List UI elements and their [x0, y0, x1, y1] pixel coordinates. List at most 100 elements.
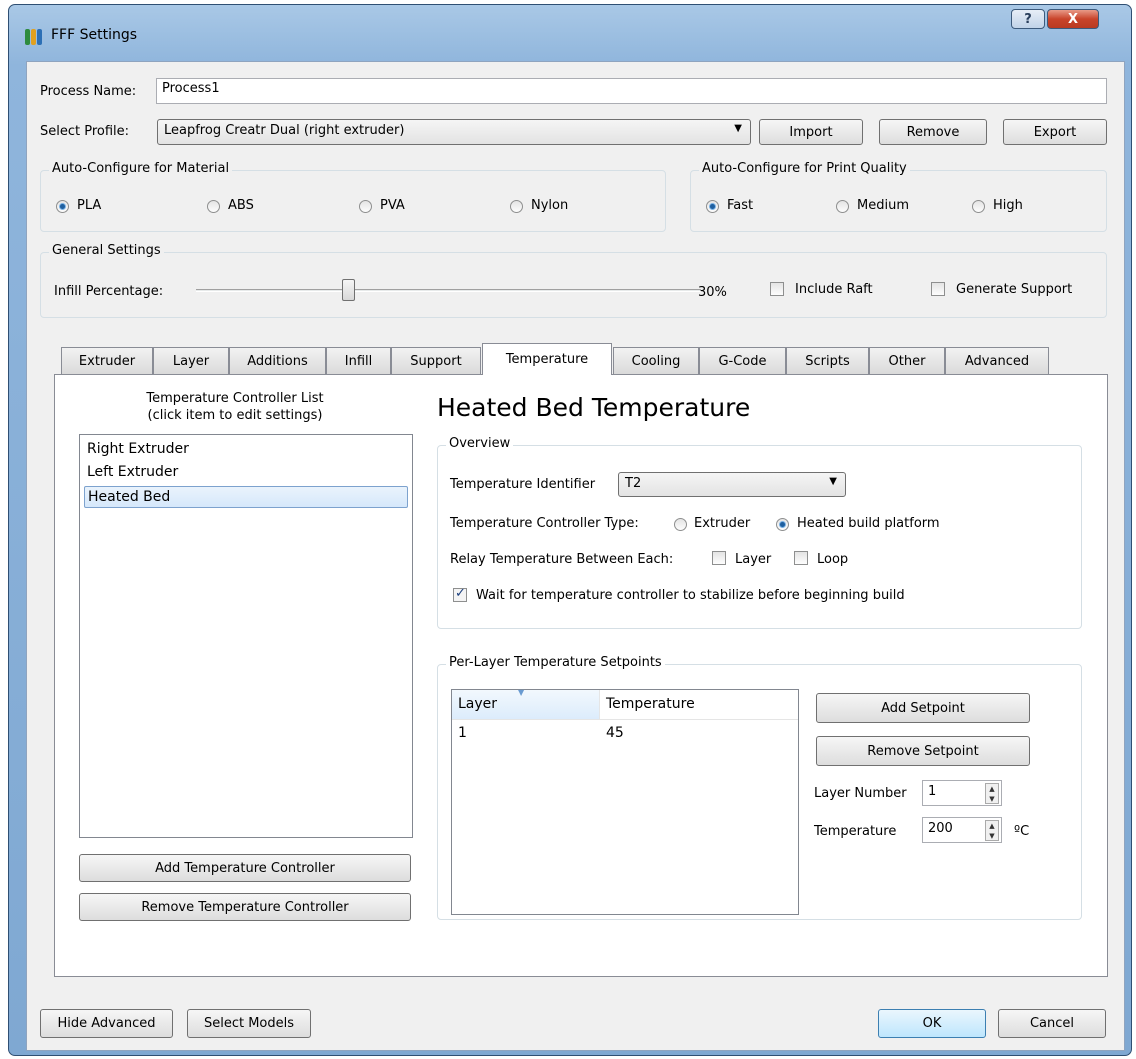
app-icon	[25, 29, 43, 45]
quality-radio-fast[interactable]	[706, 200, 719, 213]
infill-slider[interactable]	[196, 289, 701, 292]
import-button[interactable]: Import	[759, 119, 863, 145]
tab-support[interactable]: Support	[391, 347, 481, 374]
process-name-label: Process Name:	[40, 84, 137, 99]
tab-g-code[interactable]: G-Code	[699, 347, 786, 374]
relay-layer-label: Layer	[735, 552, 772, 567]
tab-cooling[interactable]: Cooling	[613, 347, 699, 374]
material-label-pla: PLA	[77, 198, 102, 213]
controller-item-right-extruder[interactable]: Right Extruder	[84, 439, 408, 461]
title-bar[interactable]: FFF Settings ? X	[9, 5, 1131, 63]
column-header-layer-label: Layer	[458, 696, 498, 712]
material-radio-nylon[interactable]	[510, 200, 523, 213]
select-profile-label: Select Profile:	[40, 124, 130, 139]
remove-temperature-controller-button[interactable]: Remove Temperature Controller	[79, 893, 411, 921]
window-title: FFF Settings	[51, 27, 138, 43]
general-settings-group: General Settings Infill Percentage: 30% …	[40, 243, 1107, 318]
chevron-down-icon: ▼	[829, 476, 837, 487]
settings-window: FFF Settings ? X Process Name: Process1 …	[8, 4, 1132, 1056]
column-header-temperature[interactable]: Temperature	[600, 690, 798, 720]
type-radio-heated-platform[interactable]	[776, 518, 789, 531]
quality-radio-high[interactable]	[972, 200, 985, 213]
spinner-arrows-icon[interactable]: ▲ ▼	[985, 820, 999, 841]
infill-slider-thumb[interactable]	[341, 279, 355, 301]
dialog-body: Process Name: Process1 Select Profile: L…	[26, 61, 1125, 1051]
tab-infill[interactable]: Infill	[326, 347, 391, 374]
setpoint-row-temperature[interactable]: 45	[606, 725, 624, 741]
select-models-button[interactable]: Select Models	[187, 1009, 311, 1038]
remove-profile-button[interactable]: Remove	[879, 119, 987, 145]
material-radio-pla[interactable]	[56, 200, 69, 213]
profile-selected: Leapfrog Creatr Dual (right extruder)	[164, 123, 405, 138]
temperature-value: 200	[928, 821, 953, 836]
relay-label: Relay Temperature Between Each:	[450, 552, 674, 567]
cancel-button[interactable]: Cancel	[998, 1009, 1106, 1038]
type-label-heated-platform: Heated build platform	[797, 516, 940, 531]
relay-loop-checkbox[interactable]	[794, 551, 808, 565]
generate-support-checkbox[interactable]	[931, 282, 945, 296]
quality-group-title: Auto-Configure for Print Quality	[699, 161, 910, 176]
quality-radio-medium[interactable]	[836, 200, 849, 213]
add-temperature-controller-button[interactable]: Add Temperature Controller	[79, 854, 411, 882]
material-group-title: Auto-Configure for Material	[49, 161, 233, 176]
spinner-arrows-icon[interactable]: ▲ ▼	[985, 783, 999, 804]
tab-advanced[interactable]: Advanced	[945, 347, 1049, 374]
help-button[interactable]: ?	[1011, 9, 1045, 29]
material-radio-abs[interactable]	[207, 200, 220, 213]
relay-loop-label: Loop	[817, 552, 849, 567]
include-raft-checkbox[interactable]	[770, 282, 784, 296]
export-button[interactable]: Export	[1003, 119, 1107, 145]
material-radio-pva[interactable]	[359, 200, 372, 213]
temperature-tab-pane: Temperature Controller List (click item …	[54, 374, 1108, 977]
tab-layer[interactable]: Layer	[153, 347, 229, 374]
controller-item-heated-bed[interactable]: Heated Bed	[84, 486, 408, 508]
type-radio-extruder[interactable]	[674, 518, 687, 531]
setpoints-table: Layer ▼ Temperature 1 45	[451, 688, 799, 915]
tab-temperature[interactable]: Temperature	[482, 343, 612, 375]
controller-type-label: Temperature Controller Type:	[450, 516, 639, 531]
wait-stabilize-label: Wait for temperature controller to stabi…	[476, 588, 905, 603]
layer-number-value: 1	[928, 784, 937, 799]
quality-label-high: High	[993, 198, 1023, 213]
include-raft-label: Include Raft	[795, 282, 873, 297]
ok-button[interactable]: OK	[878, 1009, 986, 1038]
material-label-abs: ABS	[228, 198, 254, 213]
remove-setpoint-button[interactable]: Remove Setpoint	[816, 736, 1030, 766]
add-setpoint-button[interactable]: Add Setpoint	[816, 693, 1030, 723]
profile-dropdown[interactable]: Leapfrog Creatr Dual (right extruder) ▼	[157, 119, 751, 145]
process-name-field[interactable]: Process1	[156, 78, 1107, 104]
tab-extruder[interactable]: Extruder	[61, 347, 153, 374]
sort-indicator-icon: ▼	[518, 688, 525, 697]
temperature-spinner[interactable]: 200 ▲ ▼	[922, 817, 1002, 843]
type-label-extruder: Extruder	[694, 516, 751, 531]
layer-number-spinner[interactable]: 1 ▲ ▼	[922, 780, 1002, 806]
hide-advanced-button[interactable]: Hide Advanced	[40, 1009, 173, 1038]
wait-stabilize-checkbox[interactable]	[453, 586, 467, 602]
temperature-unit: ºC	[1014, 824, 1030, 839]
tab-additions[interactable]: Additions	[229, 347, 326, 374]
section-heading: Heated Bed Temperature	[437, 393, 751, 422]
quality-label-medium: Medium	[857, 198, 909, 213]
temperature-identifier-value: T2	[625, 476, 642, 491]
setpoint-row-layer[interactable]: 1	[458, 725, 467, 741]
setpoints-group: Per-Layer Temperature Setpoints Layer ▼ …	[437, 655, 1082, 920]
quality-group: Auto-Configure for Print Quality Fast Me…	[690, 161, 1107, 232]
quality-label-fast: Fast	[727, 198, 754, 213]
layer-number-label: Layer Number	[814, 786, 907, 801]
temperature-identifier-dropdown[interactable]: T2 ▼	[618, 472, 846, 497]
chevron-down-icon: ▼	[734, 123, 742, 134]
general-settings-title: General Settings	[49, 243, 164, 258]
controller-item-left-extruder[interactable]: Left Extruder	[84, 462, 408, 484]
controller-list-subtitle: (click item to edit settings)	[147, 408, 323, 423]
overview-title: Overview	[446, 436, 514, 451]
setpoints-title: Per-Layer Temperature Setpoints	[446, 655, 665, 670]
overview-group: Overview Temperature Identifier T2 ▼ Tem…	[437, 436, 1082, 629]
material-label-nylon: Nylon	[531, 198, 569, 213]
tab-other[interactable]: Other	[869, 347, 945, 374]
relay-layer-checkbox[interactable]	[712, 551, 726, 565]
tab-bar: Extruder Layer Additions Infill Support …	[61, 343, 1061, 375]
infill-percentage-label: Infill Percentage:	[54, 284, 164, 299]
close-button[interactable]: X	[1047, 9, 1099, 29]
column-header-layer[interactable]: Layer ▼	[452, 688, 600, 720]
tab-scripts[interactable]: Scripts	[786, 347, 869, 374]
